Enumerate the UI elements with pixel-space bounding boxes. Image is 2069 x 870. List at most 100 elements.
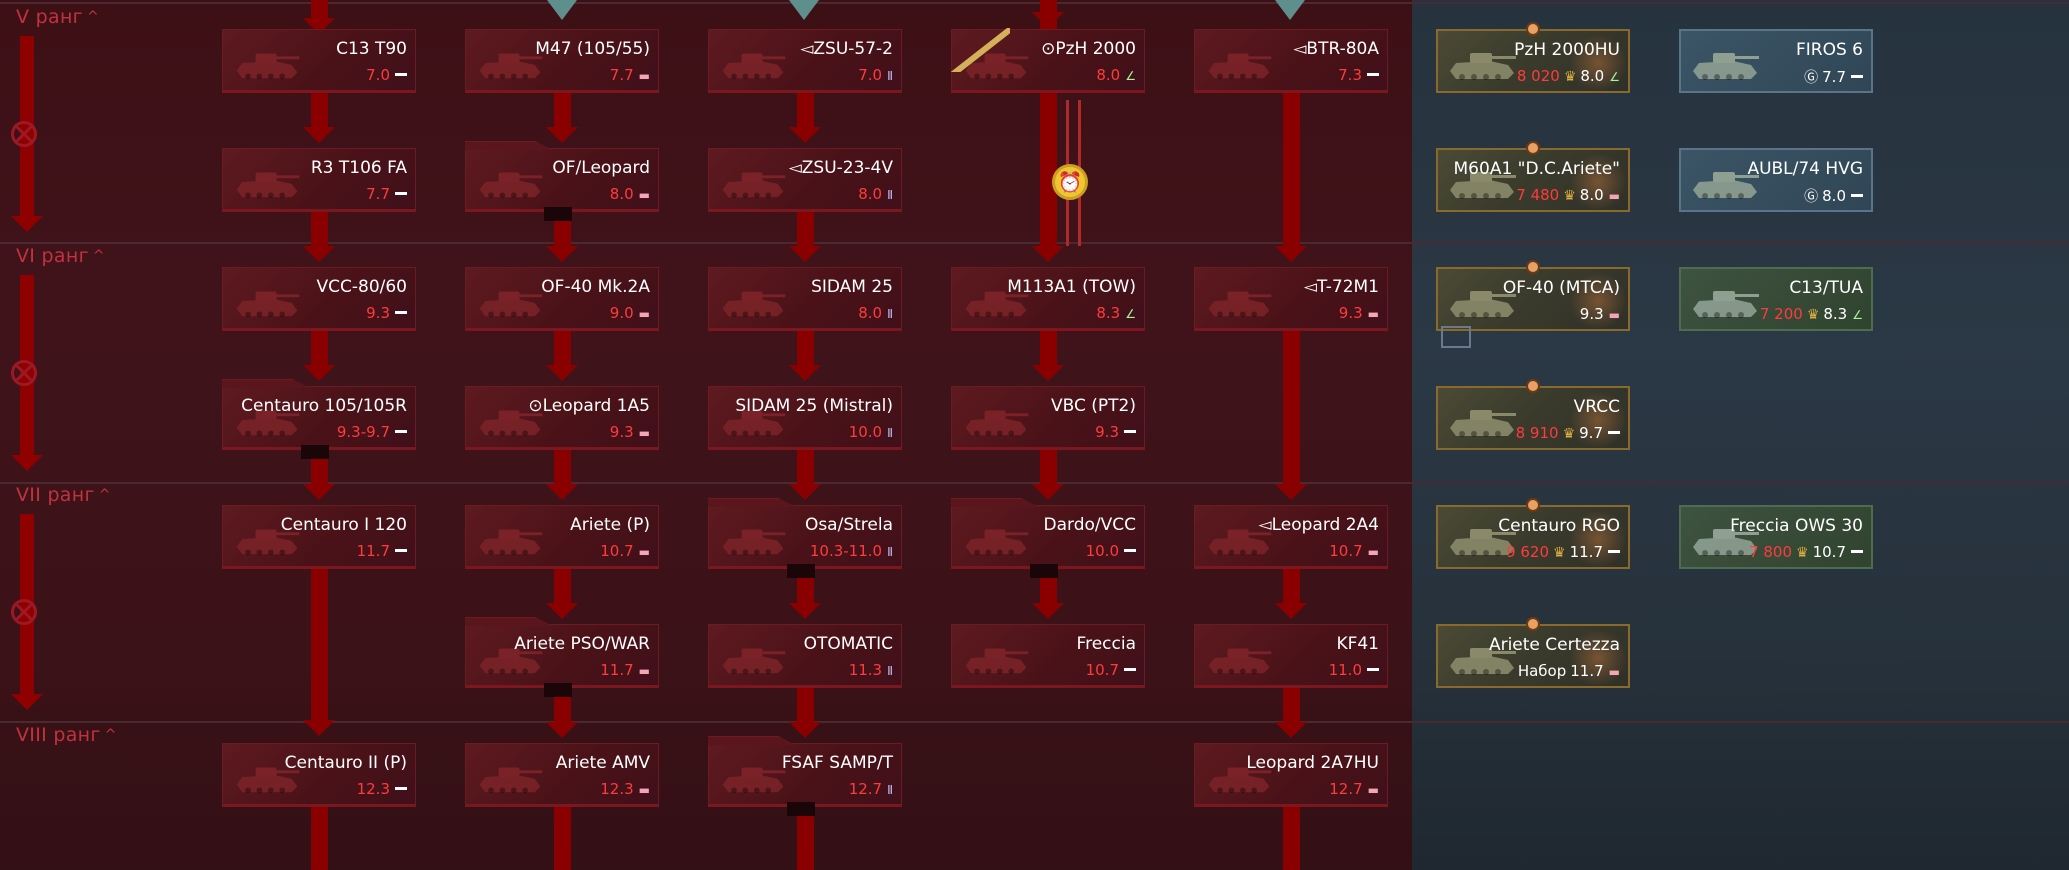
premium-vehicle-card[interactable]: C13/TUA 7 200 ♛ 8.3 ∠ [1679,267,1873,331]
golden-eagle-icon: ♛ [1796,545,1809,561]
folder-expand-tab[interactable] [544,207,572,221]
premium-vehicle-card[interactable]: AUBL/74 HVG Ⓖ 8.0 [1679,148,1873,212]
arrow-down-icon [303,365,335,381]
battle-rating: 10.0 [1086,542,1136,560]
arrow-down-icon [546,722,578,738]
battle-rating: 7.7 ▬ [609,66,650,84]
vehicle-card[interactable]: KF41 11.0 [1194,624,1388,688]
vehicle-name: ◅BTR-80A [1293,39,1379,59]
battle-rating: 12.7 Ⅱ [848,780,893,798]
vehicle-card[interactable]: OF/Leopard 8.0 ▬ [465,148,659,221]
connector-line [311,212,328,246]
vehicle-card[interactable]: SIDAM 25 8.0 Ⅱ [708,267,902,331]
battle-rating: 7.0 Ⅱ [858,66,893,84]
price-value: 9 620 [1506,543,1550,561]
nation-icon: ⊙ [1041,39,1056,59]
rank-label-viii[interactable]: VIII ранг ^ [16,724,117,746]
connector-line [554,450,571,484]
vehicle-name: Ariete (P) [570,515,650,535]
vehicle-card[interactable]: R3 T106 FA 7.7 [222,148,416,212]
arrow-down-icon [789,246,821,262]
vehicle-card[interactable]: M113A1 (TOW) 8.3 ∠ [951,267,1145,331]
light-vehicle-icon [395,311,407,314]
vehicle-card[interactable]: FSAF SAMP/T 12.7 Ⅱ [708,743,902,816]
vehicle-name: ◅ZSU-23-4V [788,158,893,178]
price-value: 7 200 [1759,305,1803,323]
vehicle-thumbnail [958,397,1034,443]
light-vehicle-icon [1367,668,1379,671]
vehicle-card[interactable]: ◅BTR-80A 7.3 [1194,29,1388,93]
vehicle-thumbnail [229,278,305,324]
premium-vehicle-card[interactable]: Centauro RGO 9 620 ♛ 11.7 [1436,498,1630,569]
folder-expand-tab[interactable] [544,683,572,697]
spaa-icon: Ⅱ [887,307,893,321]
premium-vehicle-card[interactable]: PzH 2000HU 8 020 ♛ 8.0 ∠ [1436,22,1630,93]
nation-icon: ◅ [1258,515,1272,535]
vehicle-card[interactable]: VCC-80/60 9.3 [222,267,416,331]
vehicle-card[interactable]: Ariete AMV 12.3 ▬ [465,743,659,807]
price-value: 8 910 [1515,424,1559,442]
battle-rating: 9.3-9.7 [337,423,407,441]
vehicle-name: Centauro RGO [1498,516,1620,536]
vehicle-card[interactable]: Ariete PSO/WAR 11.7 ▬ [465,624,659,697]
vehicle-thumbnail [715,516,791,562]
rank-label-vi[interactable]: VI ранг ^ [16,245,105,267]
vehicle-card[interactable]: ◅T-72M1 9.3 ▬ [1194,267,1388,331]
vehicle-card[interactable]: OTOMATIC 11.3 Ⅱ [708,624,902,688]
battle-rating: 10.3-11.0 Ⅱ [809,542,893,560]
rank-locked-icon [11,360,37,386]
vehicle-card[interactable]: Osa/Strela 10.3-11.0 Ⅱ [708,505,902,578]
vehicle-card[interactable]: ◅ZSU-57-2 7.0 Ⅱ [708,29,902,93]
vehicle-thumbnail [472,516,548,562]
spaa-icon: Ⅱ [887,664,893,678]
vehicle-card[interactable]: Freccia 10.7 [951,624,1145,688]
arrow-down-icon [1032,365,1064,381]
premium-vehicle-card[interactable]: FIROS 6 Ⓖ 7.7 [1679,29,1873,93]
folder-expand-tab[interactable] [1030,564,1058,578]
premium-vehicle-card[interactable]: OF-40 (MTCA) 9.3 ▬ [1436,260,1630,331]
connector-line [1283,331,1300,484]
premium-vehicle-card[interactable]: Freccia OWS 30 7 800 ♛ 10.7 [1679,505,1873,569]
rank-label-v[interactable]: V ранг ^ [16,6,99,28]
light-vehicle-icon [1367,73,1379,76]
folder-expand-tab[interactable] [787,802,815,816]
vehicle-card[interactable]: Centauro 105/105R 9.3-9.7 [222,386,416,459]
battle-rating: 9.3 ▬ [1579,305,1620,323]
folder-expand-tab[interactable] [787,564,815,578]
light-vehicle-icon [1851,75,1863,78]
vehicle-card[interactable]: Dardo/VCC 10.0 [951,505,1145,578]
battle-rating: 10.7 ▬ [1329,542,1379,560]
vehicle-card[interactable]: ⊙Leopard 1A5 9.3 ▬ [465,386,659,450]
vehicle-card[interactable]: Ariete (P) 10.7 ▬ [465,505,659,569]
vehicle-card[interactable]: ⊙PzH 2000 8.0 ∠ [951,29,1145,93]
premium-vehicle-card[interactable]: VRCC 8 910 ♛ 9.7 [1436,379,1630,450]
arrow-down-icon [546,246,578,262]
vehicle-card[interactable]: Leopard 2A7HU 12.7 ▬ [1194,743,1388,807]
tank-destroyer-icon: ∠ [1609,70,1620,84]
vehicle-card[interactable]: SIDAM 25 (Mistral) 10.0 Ⅱ [708,386,902,450]
folder-expand-tab[interactable] [301,445,329,459]
vehicle-name: VRCC [1573,397,1620,417]
vehicle-card[interactable]: ◅Leopard 2A4 10.7 ▬ [1194,505,1388,569]
vehicle-card[interactable]: M47 (105/55) 7.7 ▬ [465,29,659,93]
vehicle-name: ◅Leopard 2A4 [1258,515,1379,535]
premium-vehicle-card[interactable]: M60A1 "D.C.Ariete" 7 480 ♛ 8.0 ▬ [1436,141,1630,212]
vehicle-card[interactable]: VBC (PT2) 9.3 [951,386,1145,450]
price-value: 7 480 [1516,186,1560,204]
gift-icon: Ⓖ [1804,189,1819,205]
premium-vehicle-card[interactable]: Ariete Certezza Набор 11.7 ▬ [1436,617,1630,688]
connector-line [797,688,814,722]
vehicle-card[interactable]: ◅ZSU-23-4V 8.0 Ⅱ [708,148,902,212]
connector-line [311,569,328,720]
vehicle-card[interactable]: C13 T90 7.0 [222,29,416,93]
rank-label-vii[interactable]: VII ранг ^ [16,484,111,506]
vehicle-card[interactable]: Centauro II (P) 12.3 [222,743,416,807]
nation-icon: ◅ [1293,39,1307,59]
light-vehicle-icon [1851,550,1863,553]
connector-line [554,331,571,365]
vehicle-card[interactable]: OF-40 Mk.2A 9.0 ▬ [465,267,659,331]
vehicle-name: FSAF SAMP/T [781,753,893,773]
vehicle-card[interactable]: Centauro I 120 11.7 [222,505,416,569]
vehicle-name: M60A1 "D.C.Ariete" [1453,159,1620,179]
alarm-clock-icon: ⏰ [1052,164,1088,200]
